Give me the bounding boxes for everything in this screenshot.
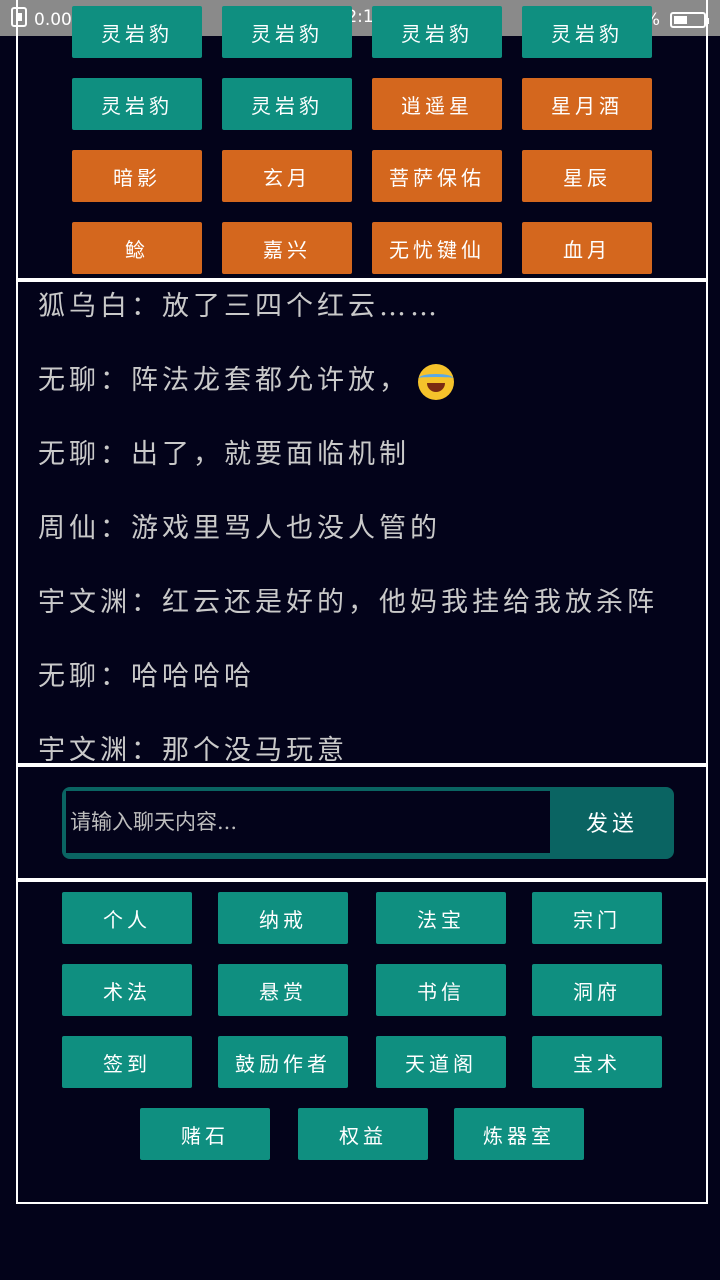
chat-message: 周仙：游戏里骂人也没人管的 (38, 506, 441, 545)
grid-item-button[interactable]: 星月酒 (522, 78, 652, 130)
menu-button[interactable]: 纳戒 (218, 892, 348, 944)
chat-message-text: 宇文渊：那个没马玩意 (38, 735, 348, 765)
chat-message: 无聊：阵法龙套都允许放， (38, 358, 454, 400)
chat-message: 宇文渊：红云还是好的，他妈我挂给我放杀阵 (38, 580, 658, 619)
grid-item-button[interactable]: 菩萨保佑 (372, 150, 502, 202)
menu-button[interactable]: 炼器室 (454, 1108, 584, 1160)
menu-button[interactable]: 术法 (62, 964, 192, 1016)
menu-button[interactable]: 权益 (298, 1108, 428, 1160)
chat-message-text: 无聊：阵法龙套都允许放， (38, 365, 410, 396)
grid-item-button[interactable]: 灵岩豹 (372, 6, 502, 58)
menu-button[interactable]: 洞府 (532, 964, 662, 1016)
chat-input-panel: 发送 (16, 765, 708, 880)
chat-message-text: 无聊：哈哈哈哈 (38, 661, 255, 692)
grid-item-button[interactable]: 血月 (522, 222, 652, 274)
grid-item-button[interactable]: 灵岩豹 (222, 78, 352, 130)
chat-message: 宇文渊：那个没马玩意 (38, 728, 348, 765)
grid-item-button[interactable]: 嘉兴 (222, 222, 352, 274)
grid-item-button[interactable]: 灵岩豹 (522, 6, 652, 58)
chat-message-text: 周仙：游戏里骂人也没人管的 (38, 513, 441, 544)
grid-item-button[interactable]: 逍遥星 (372, 78, 502, 130)
grid-item-button[interactable]: 无忧键仙 (372, 222, 502, 274)
item-grid-panel[interactable]: 灵岩豹 灵岩豹 灵岩豹 灵岩豹 灵岩豹 灵岩豹 逍遥星 星月酒 暗影 玄月 菩萨保佑 星辰鲶嘉兴 无忧键… (16, 0, 708, 280)
grid-item-button[interactable]: 灵岩豹 (222, 6, 352, 58)
menu-button[interactable]: 书信 (376, 964, 506, 1016)
menu-button[interactable]: 赌石 (140, 1108, 270, 1160)
chat-log[interactable]: 狐乌白：放了三四个红云…… 无聊：阵法龙套都允许放， 无聊：出了，就要面临机制 周仙：… (16, 280, 708, 765)
chat-message-text: 无聊：出了，就要面临机制 (38, 439, 410, 470)
laughing-emoji-icon (418, 363, 454, 400)
menu-button[interactable]: 宗门 (532, 892, 662, 944)
menu-button[interactable]: 天道阁 (376, 1036, 506, 1088)
menu-button[interactable]: 鼓励作者 (218, 1036, 348, 1088)
chat-message: 无聊：哈哈哈哈 (38, 654, 255, 693)
menu-button[interactable]: 法宝 (376, 892, 506, 944)
grid-item-button[interactable]: 灵岩豹 (72, 78, 202, 130)
chat-message: 无聊：出了，就要面临机制 (38, 432, 410, 471)
grid-item-button[interactable]: 灵岩豹 (72, 6, 202, 58)
grid-item-button[interactable]: 鲶 (72, 222, 202, 274)
grid-item-button[interactable]: 暗影 (72, 150, 202, 202)
chat-input-box: 发送 (62, 787, 674, 859)
grid-item-button[interactable]: 玄月 (222, 150, 352, 202)
menu-button[interactable]: 悬赏 (218, 964, 348, 1016)
menu-button[interactable]: 签到 (62, 1036, 192, 1088)
menu-button[interactable]: 个人 (62, 892, 192, 944)
chat-message-text: 狐乌白：放了三四个红云…… (38, 291, 441, 322)
chat-message: 狐乌白：放了三四个红云…… (38, 284, 441, 323)
grid-item-button[interactable]: 星辰 (522, 150, 652, 202)
chat-input[interactable] (66, 791, 550, 853)
main-menu-panel: 个人 纳戒 法宝 宗门术法 悬赏 书信 洞府签到 鼓励作者 天道阁 宝术赌石 权益 炼器室 (16, 880, 708, 1204)
send-button[interactable]: 发送 (554, 791, 670, 853)
menu-button[interactable]: 宝术 (532, 1036, 662, 1088)
chat-message-text: 宇文渊：红云还是好的，他妈我挂给我放杀阵 (38, 587, 658, 618)
